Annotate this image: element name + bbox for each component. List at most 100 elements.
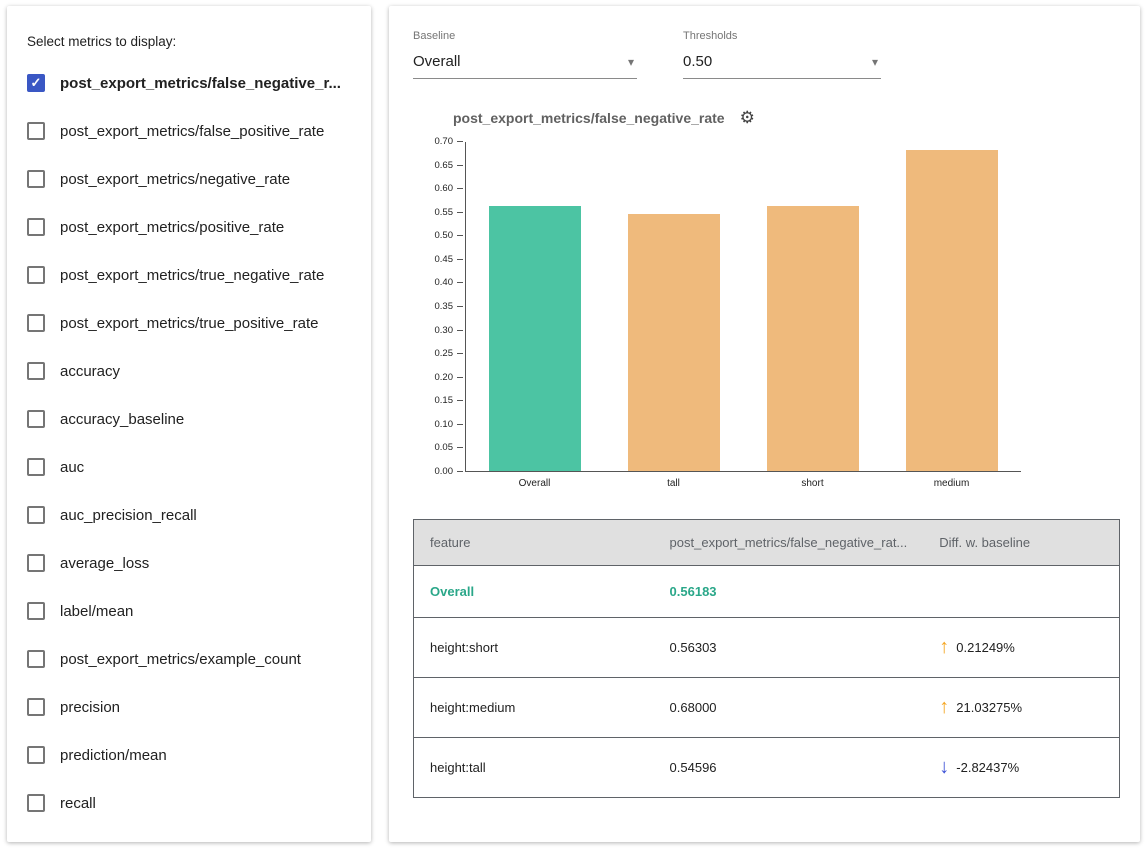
chevron-down-icon: ▾ — [872, 55, 878, 69]
y-axis-tick-label: 0.05 — [419, 443, 453, 453]
metric-item[interactable]: recall — [25, 779, 355, 827]
y-axis-tick-label: 0.00 — [419, 467, 453, 477]
metric-select-title: Select metrics to display: — [27, 34, 355, 49]
checkbox-icon[interactable] — [27, 650, 45, 668]
chevron-down-icon: ▾ — [628, 55, 634, 69]
checkbox-icon[interactable] — [27, 746, 45, 764]
metric-item[interactable]: auc_precision_recall — [25, 491, 355, 539]
y-axis-tick-label: 0.55 — [419, 208, 453, 218]
checkbox-icon[interactable] — [27, 410, 45, 428]
metric-label: post_export_metrics/positive_rate — [60, 219, 284, 236]
table-row[interactable]: height:medium0.68000↑21.03275% — [414, 678, 1120, 738]
checkbox-icon[interactable] — [27, 266, 45, 284]
diff-cell: ↑ 21.03275% — [923, 678, 1119, 738]
metric-label: auc — [60, 459, 84, 476]
checkbox-checked-icon[interactable]: ✓ — [27, 74, 45, 92]
gear-icon[interactable]: ⚙ — [740, 109, 755, 126]
diff-cell: ↑0.21249% — [923, 618, 1119, 678]
metric-item[interactable]: post_export_metrics/example_count — [25, 635, 355, 683]
metric-item[interactable]: average_loss — [25, 539, 355, 587]
metric-label: post_export_metrics/false_positive_rate — [60, 123, 324, 140]
baseline-control: Baseline Overall ▾ — [413, 30, 637, 79]
diff-value: -2.82437% — [956, 760, 1019, 775]
checkbox-icon[interactable] — [27, 602, 45, 620]
feature-cell: height:short — [414, 618, 654, 678]
table-header-cell: Diff. w. baseline — [923, 520, 1119, 566]
metric-item[interactable]: post_export_metrics/positive_rate — [25, 203, 355, 251]
bar-overall[interactable] — [489, 206, 581, 471]
checkbox-icon[interactable] — [27, 698, 45, 716]
thresholds-control: Thresholds 0.50 ▾ — [683, 30, 881, 79]
metric-value-cell: 0.56303 — [654, 618, 924, 678]
checkbox-icon[interactable] — [27, 122, 45, 140]
checkbox-icon[interactable] — [27, 506, 45, 524]
bar-medium[interactable] — [906, 150, 998, 471]
bar-tall[interactable] — [628, 214, 720, 471]
table-header-cell: feature — [414, 520, 654, 566]
metric-value-cell: 0.56183 — [654, 566, 924, 618]
metric-item[interactable]: prediction/mean — [25, 731, 355, 779]
feature-cell: height:medium — [414, 678, 654, 738]
table-row[interactable]: height:tall0.54596↓-2.82437% — [414, 738, 1120, 798]
checkbox-icon[interactable] — [27, 794, 45, 812]
table-row[interactable]: height:short0.56303↑0.21249% — [414, 618, 1120, 678]
table-header-cell: post_export_metrics/false_negative_rat..… — [654, 520, 924, 566]
bar-short[interactable] — [767, 206, 859, 471]
y-axis-tick-label: 0.40 — [419, 278, 453, 288]
metric-item[interactable]: precision — [25, 683, 355, 731]
y-axis-tick-label: 0.25 — [419, 349, 453, 359]
metric-label: accuracy — [60, 363, 120, 380]
metric-item[interactable]: accuracy_baseline — [25, 395, 355, 443]
diff-value: 21.03275% — [956, 700, 1022, 715]
checkbox-icon[interactable] — [27, 170, 45, 188]
diff-cell — [923, 566, 1119, 618]
thresholds-label: Thresholds — [683, 30, 881, 42]
metric-item[interactable]: post_export_metrics/true_positive_rate — [25, 299, 355, 347]
metric-label: average_loss — [60, 555, 149, 572]
plot-column: Overalltallshortmedium — [465, 142, 1021, 489]
checkbox-icon[interactable] — [27, 362, 45, 380]
metric-value-cell: 0.54596 — [654, 738, 924, 798]
metric-label: prediction/mean — [60, 747, 167, 764]
y-axis-tick-label: 0.15 — [419, 396, 453, 406]
y-axis-tick-label: 0.45 — [419, 255, 453, 265]
metric-item[interactable]: ✓post_export_metrics/false_negative_r... — [25, 59, 355, 107]
y-axis: 0.000.050.100.150.200.250.300.350.400.45… — [419, 142, 465, 472]
metric-label: precision — [60, 699, 120, 716]
arrow-up-icon: ↑ — [939, 696, 949, 718]
arrow-down-icon: ↓ — [939, 756, 949, 778]
chart-header: post_export_metrics/false_negative_rate … — [453, 109, 1120, 126]
checkbox-icon[interactable] — [27, 458, 45, 476]
metric-label: post_export_metrics/negative_rate — [60, 171, 290, 188]
chart-title: post_export_metrics/false_negative_rate — [453, 110, 725, 126]
table-header: featurepost_export_metrics/false_negativ… — [414, 520, 1120, 566]
metric-item[interactable]: auc — [25, 443, 355, 491]
y-axis-tick-label: 0.35 — [419, 302, 453, 312]
checkbox-icon[interactable] — [27, 554, 45, 572]
results-panel: Baseline Overall ▾ Thresholds 0.50 ▾ pos… — [389, 6, 1140, 842]
thresholds-select[interactable]: 0.50 ▾ — [683, 51, 881, 79]
metric-label: auc_precision_recall — [60, 507, 197, 524]
metric-item[interactable]: accuracy — [25, 347, 355, 395]
baseline-select[interactable]: Overall ▾ — [413, 51, 637, 79]
baseline-selected-value: Overall — [413, 53, 461, 70]
thresholds-selected-value: 0.50 — [683, 53, 712, 70]
metric-item[interactable]: post_export_metrics/true_negative_rate — [25, 251, 355, 299]
x-axis-label: tall — [628, 478, 720, 489]
checkbox-icon[interactable] — [27, 218, 45, 236]
metric-list: ✓post_export_metrics/false_negative_r...… — [25, 59, 355, 827]
y-axis-tick-label: 0.65 — [419, 161, 453, 171]
metric-item[interactable]: label/mean — [25, 587, 355, 635]
plot-area — [465, 142, 1021, 472]
y-axis-tick-label: 0.30 — [419, 326, 453, 336]
diff-value: 0.21249% — [956, 640, 1015, 655]
fairness-indicators-page: Select metrics to display: ✓post_export_… — [0, 0, 1147, 856]
table-row[interactable]: Overall0.56183 — [414, 566, 1120, 618]
x-axis-label: medium — [906, 478, 998, 489]
y-axis-tick-label: 0.20 — [419, 373, 453, 383]
metric-item[interactable]: post_export_metrics/negative_rate — [25, 155, 355, 203]
metric-label: recall — [60, 795, 96, 812]
metric-item[interactable]: post_export_metrics/false_positive_rate — [25, 107, 355, 155]
metric-select-panel: Select metrics to display: ✓post_export_… — [7, 6, 371, 842]
checkbox-icon[interactable] — [27, 314, 45, 332]
